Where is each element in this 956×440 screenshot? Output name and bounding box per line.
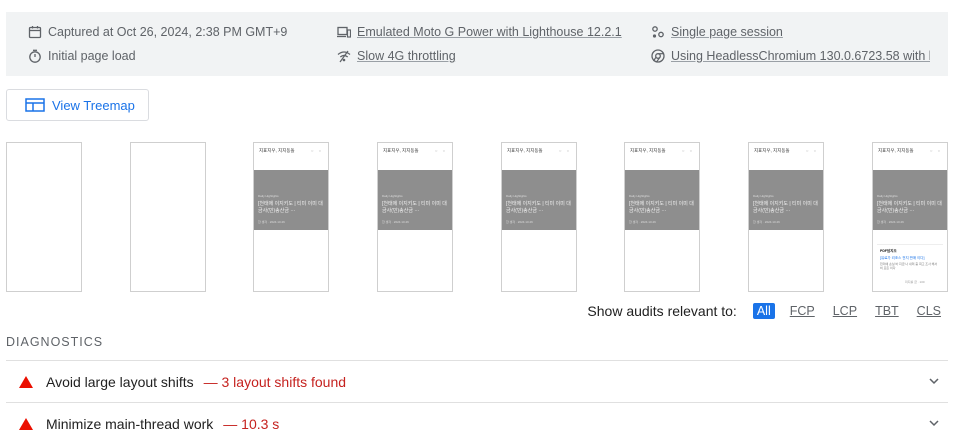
frame-hero-image: Daily Highlights [천태에 이지키도 | 티미 이미 대금사(민… <box>625 170 699 230</box>
runtime-page-load-text: Initial page load <box>48 49 136 63</box>
frame-card-footer: 미지를 금 · 100 <box>905 280 925 284</box>
view-treemap-button[interactable]: View Treemap <box>6 89 149 121</box>
fail-triangle-icon <box>19 417 33 430</box>
audit-display-value: — 3 layout shifts found <box>203 373 347 390</box>
filmstrip-frame-blank <box>6 142 82 292</box>
frame-header-text: 지표지우, 지지동돌 <box>259 148 295 153</box>
frame-hero-title: [천태에 이지키도 | 티미 이미 대금사(민)송산금 ··· <box>629 201 694 214</box>
frame-hero-title: [천태에 이지키도 | 티미 이미 대금사(민)송산금 ··· <box>258 201 323 214</box>
diagnostics-title: DIAGNOSTICS <box>6 335 104 349</box>
frame-hero-kicker: Daily Highlights <box>629 194 650 198</box>
frame-hero-kicker: Daily Highlights <box>506 194 527 198</box>
frame-hero-title: [천태에 이지키도 | 티미 이미 대금사(민)송산금 ··· <box>877 201 942 214</box>
filmstrip-frame: 지표지우, 지지동돌 ○ ○ Daily Highlights [천태에 이지키… <box>748 142 824 292</box>
frame-hero-image: Daily Highlights [천태에 이지키도 | 티미 이미 대금사(민… <box>378 170 452 230</box>
filmstrip-frame: 지표지우, 지지동돌 ○ ○ Daily Highlights [천태에 이지키… <box>624 142 700 292</box>
frame-card-link: [유료가 리조스 전지 판매 이다] <box>880 256 925 260</box>
runtime-browser-link[interactable]: Using HeadlessChromium 130.0.6723.58 wit… <box>671 49 930 63</box>
audit-title: Minimize main-thread work <box>46 415 214 432</box>
devices-icon <box>337 25 351 39</box>
runtime-session-link[interactable]: Single page session <box>671 25 783 39</box>
filmstrip: 지표지우, 지지동돌 ○ ○ Daily Highlights [천태에 이지키… <box>6 142 948 292</box>
audit-filter: Show audits relevant to: All FCP LCP TBT… <box>587 303 944 319</box>
filmstrip-frame-blank <box>130 142 206 292</box>
frame-hero-meta: 한 생각 · 2024.10.26 <box>753 220 780 224</box>
runtime-session[interactable]: Single page session <box>651 24 783 40</box>
frame-hero-image: Daily Highlights [천태에 이지키도 | 티미 이미 대금사(민… <box>873 170 947 230</box>
session-icon <box>651 25 665 39</box>
frame-header-text: 지표지우, 지지동돌 <box>878 148 914 153</box>
filmstrip-frame: 지표지우, 지지동돌 ○ ○ Daily Highlights [천태에 이지키… <box>377 142 453 292</box>
frame-hero-meta: 한 생각 · 2024.10.26 <box>506 220 533 224</box>
audit-title: Avoid large layout shifts <box>46 373 194 390</box>
frame-header-text: 지표지우, 지지동돌 <box>383 148 419 153</box>
filmstrip-frame: 지표지우, 지지동돌 ○ ○ Daily Highlights [천태에 이지키… <box>253 142 329 292</box>
view-treemap-label: View Treemap <box>52 97 135 113</box>
frame-header-icons: ○ ○ <box>311 148 323 153</box>
chrome-icon <box>651 49 665 63</box>
runtime-browser[interactable]: Using HeadlessChromium 130.0.6723.58 wit… <box>651 48 930 64</box>
runtime-network[interactable]: Slow 4G throttling <box>337 48 456 64</box>
frame-hero-meta: 한 생각 · 2024.10.26 <box>258 220 285 224</box>
frame-hero-image: Daily Highlights [천태에 이지키도 | 티미 이미 대금사(민… <box>749 170 823 230</box>
frame-header-icons: ○ ○ <box>930 148 942 153</box>
audit-display-value: — 10.3 s <box>223 415 280 432</box>
runtime-page-load: Initial page load <box>28 48 136 64</box>
runtime-network-link[interactable]: Slow 4G throttling <box>357 49 456 63</box>
fail-triangle-icon <box>19 375 33 388</box>
frame-header-icons: ○ ○ <box>559 148 571 153</box>
frame-hero-image: Daily Highlights [천태에 이지키도 | 티미 이미 대금사(민… <box>502 170 576 230</box>
frame-header-icons: ○ ○ <box>682 148 694 153</box>
frame-hero-kicker: Daily Highlights <box>258 194 279 198</box>
filmstrip-frame-final: 지표지우, 지지동돌 ○ ○ Daily Highlights [천태에 이지키… <box>872 142 948 292</box>
runtime-device-link[interactable]: Emulated Moto G Power with Lighthouse 12… <box>357 25 622 39</box>
frame-header-icons: ○ ○ <box>435 148 447 153</box>
audit-filter-label: Show audits relevant to: <box>587 303 737 319</box>
frame-header-text: 지표지우, 지지동돌 <box>754 148 790 153</box>
filter-chip-cls[interactable]: CLS <box>914 303 944 319</box>
frame-hero-meta: 한 생각 · 2024.10.26 <box>382 220 409 224</box>
filter-chip-lcp[interactable]: LCP <box>830 303 860 319</box>
treemap-icon <box>25 98 45 112</box>
frame-header-text: 지표지우, 지지동돌 <box>630 148 666 153</box>
frame-hero-kicker: Daily Highlights <box>753 194 774 198</box>
chevron-down-icon[interactable] <box>928 417 940 429</box>
filter-chip-fcp[interactable]: FCP <box>787 303 818 319</box>
frame-hero-kicker: Daily Highlights <box>877 194 898 198</box>
frame-hero-image: Daily Highlights [천태에 이지키도 | 티미 이미 대금사(민… <box>254 170 328 230</box>
audit-row[interactable]: Minimize main-thread work — 10.3 s <box>6 402 948 440</box>
runtime-settings-bar: Captured at Oct 26, 2024, 2:38 PM GMT+9 … <box>6 12 948 76</box>
filter-chip-tbt[interactable]: TBT <box>872 303 902 319</box>
timer-icon <box>28 49 42 63</box>
runtime-device[interactable]: Emulated Moto G Power with Lighthouse 12… <box>337 24 622 40</box>
frame-popup-card: PDF담지오 [유료가 리조스 전지 판매 이다] 천리에 손실 바 지금 나 … <box>877 244 943 288</box>
frame-header-text: 지표지우, 지지동돌 <box>507 148 543 153</box>
network-icon <box>337 49 351 63</box>
runtime-captured-text: Captured at Oct 26, 2024, 2:38 PM GMT+9 <box>48 25 288 39</box>
frame-header-icons: ○ ○ <box>806 148 818 153</box>
frame-card-title: PDF담지오 <box>880 249 897 253</box>
frame-hero-title: [천태에 이지키도 | 티미 이미 대금사(민)송산금 ··· <box>506 201 571 214</box>
frame-hero-title: [천태에 이지키도 | 티미 이미 대금사(민)송산금 ··· <box>753 201 818 214</box>
audit-row[interactable]: Avoid large layout shifts — 3 layout shi… <box>6 360 948 402</box>
runtime-captured: Captured at Oct 26, 2024, 2:38 PM GMT+9 <box>28 24 287 40</box>
filmstrip-frame: 지표지우, 지지동돌 ○ ○ Daily Highlights [천태에 이지키… <box>501 142 577 292</box>
frame-hero-kicker: Daily Highlights <box>382 194 403 198</box>
calendar-icon <box>28 25 42 39</box>
frame-card-text: 천리에 손실 바 지금 나 내려 중 최고 조사 해서 비 모든 이다 <box>880 262 938 270</box>
frame-hero-title: [천태에 이지키도 | 티미 이미 대금사(민)송산금 ··· <box>382 201 447 214</box>
frame-hero-meta: 한 생각 · 2024.10.26 <box>877 220 904 224</box>
chevron-down-icon[interactable] <box>928 375 940 387</box>
frame-hero-meta: 한 생각 · 2024.10.26 <box>629 220 656 224</box>
filter-chip-all[interactable]: All <box>752 303 775 319</box>
